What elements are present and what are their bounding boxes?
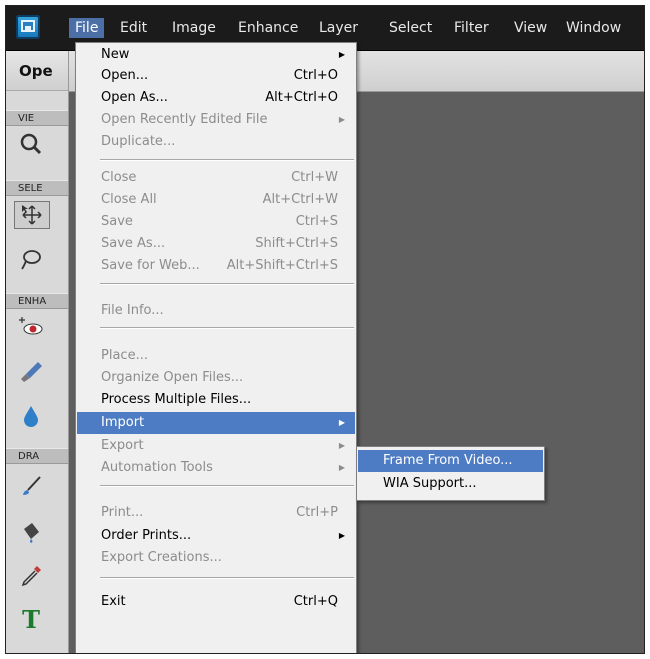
healing-brush-icon[interactable] [14, 359, 48, 385]
import-submenu: Frame From Video... WIA Support... [356, 446, 545, 501]
menu-item-process-multiple-files[interactable]: Process Multiple Files... [77, 389, 355, 411]
lasso-icon[interactable] [14, 247, 48, 273]
menu-separator [100, 283, 354, 285]
eyedropper-icon[interactable] [14, 563, 48, 589]
menu-item-order-prints[interactable]: Order Prints... ▶ [77, 525, 355, 547]
menu-view[interactable]: View [508, 18, 553, 38]
menu-filter[interactable]: Filter [448, 18, 495, 38]
type-icon[interactable]: T [14, 607, 48, 633]
panel-header[interactable]: Ope [6, 51, 68, 91]
menu-item-shortcut: Ctrl+Q [293, 594, 338, 609]
menu-item-duplicate[interactable]: Duplicate... [77, 131, 355, 153]
section-view: VIE [6, 110, 68, 126]
brush-icon[interactable] [14, 474, 48, 500]
menu-item-shortcut: Alt+Ctrl+O [265, 90, 338, 105]
menu-item-label: Close [101, 170, 137, 185]
menu-item-shortcut: Shift+Ctrl+S [255, 236, 338, 251]
move-icon[interactable] [14, 201, 50, 229]
menu-item-save-as[interactable]: Save As... Shift+Ctrl+S [77, 233, 355, 255]
submenu-arrow-icon: ▶ [338, 418, 345, 427]
menu-item-shortcut: Alt+Shift+Ctrl+S [226, 258, 338, 273]
menu-item-label: Place... [101, 348, 148, 363]
menu-item-save-for-web[interactable]: Save for Web... Alt+Shift+Ctrl+S [77, 255, 355, 277]
menu-item-shortcut: Alt+Ctrl+W [262, 192, 338, 207]
menu-item-label: File Info... [101, 303, 164, 318]
menu-item-automation-tools[interactable]: Automation Tools ▶ [77, 457, 355, 479]
menu-item-label: Order Prints... [101, 528, 192, 543]
menu-item-label: Frame From Video... [383, 453, 513, 468]
menu-file[interactable]: File [69, 18, 105, 38]
blur-icon[interactable] [14, 403, 48, 429]
menu-separator [100, 159, 354, 161]
menu-item-shortcut: Ctrl+S [295, 214, 338, 229]
submenu-arrow-icon: ▶ [338, 50, 345, 59]
menu-item-shortcut: Ctrl+P [296, 505, 338, 520]
menu-item-label: Save [101, 214, 133, 229]
zoom-icon[interactable] [14, 131, 48, 157]
menu-item-export[interactable]: Export ▶ [77, 435, 355, 457]
menu-edit[interactable]: Edit [114, 18, 153, 38]
menu-item-label: Organize Open Files... [101, 370, 244, 385]
menu-item-open-as[interactable]: Open As... Alt+Ctrl+O [77, 87, 355, 109]
submenu-arrow-icon: ▶ [338, 115, 345, 124]
red-eye-icon[interactable] [14, 314, 48, 340]
menu-item-place[interactable]: Place... [77, 345, 355, 367]
menu-item-import[interactable]: Import ▶ [77, 412, 355, 434]
menu-item-label: Open As... [101, 90, 168, 105]
app-window: File Edit Image Enhance Layer Select Fil… [5, 5, 645, 654]
file-menu: New ▶ Open... Ctrl+O Open As... Alt+Ctrl+O … [75, 42, 357, 653]
menu-item-export-creations[interactable]: Export Creations... [77, 547, 355, 569]
menu-item-print[interactable]: Print... Ctrl+P [77, 502, 355, 524]
menu-enhance[interactable]: Enhance [232, 18, 304, 38]
menu-item-label: WIA Support... [383, 476, 477, 491]
menu-item-label: Process Multiple Files... [101, 392, 252, 407]
menu-item-file-info[interactable]: File Info... [77, 300, 355, 322]
menu-item-label: Close All [101, 192, 157, 207]
menu-item-open[interactable]: Open... Ctrl+O [77, 65, 355, 87]
menu-item-label: Export [101, 438, 144, 453]
menu-item-close[interactable]: Close Ctrl+W [77, 167, 355, 189]
menu-separator [100, 485, 354, 487]
paint-bucket-icon[interactable] [14, 519, 48, 545]
menu-item-label: Exit [101, 594, 126, 609]
menu-item-exit[interactable]: Exit Ctrl+Q [77, 591, 355, 613]
menu-item-label: Save for Web... [101, 258, 200, 273]
menu-item-label: Import [101, 415, 145, 430]
menu-item-open-recent[interactable]: Open Recently Edited File ▶ [77, 109, 355, 131]
menu-select[interactable]: Select [383, 18, 438, 38]
menu-item-shortcut: Ctrl+O [293, 68, 338, 83]
menu-layer[interactable]: Layer [313, 18, 364, 38]
menu-item-save[interactable]: Save Ctrl+S [77, 211, 355, 233]
menu-item-new[interactable]: New ▶ [77, 44, 355, 66]
menu-item-label: New [101, 47, 130, 62]
submenu-arrow-icon: ▶ [338, 531, 345, 540]
menu-item-label: Open... [101, 68, 149, 83]
section-enhance: ENHA [6, 293, 68, 309]
app-logo-icon [16, 15, 40, 39]
tools-panel: Ope VIE SELE ENHA DRA T [6, 51, 69, 653]
menu-item-organize-open-files[interactable]: Organize Open Files... [77, 367, 355, 389]
menu-image[interactable]: Image [166, 18, 222, 38]
menu-item-close-all[interactable]: Close All Alt+Ctrl+W [77, 189, 355, 211]
menu-separator [100, 577, 354, 579]
menu-item-shortcut: Ctrl+W [291, 170, 338, 185]
menu-item-label: Export Creations... [101, 550, 222, 565]
menu-separator [100, 327, 354, 329]
menu-item-label: Print... [101, 505, 144, 520]
menu-item-label: Save As... [101, 236, 166, 251]
section-select: SELE [6, 180, 68, 196]
menu-item-label: Automation Tools [101, 460, 213, 475]
menu-window[interactable]: Window [560, 18, 627, 38]
menu-item-wia-support[interactable]: WIA Support... [358, 473, 543, 495]
menu-item-label: Open Recently Edited File [101, 112, 268, 127]
submenu-arrow-icon: ▶ [338, 441, 345, 450]
submenu-arrow-icon: ▶ [338, 463, 345, 472]
menu-item-label: Duplicate... [101, 134, 176, 149]
section-draw: DRA [6, 448, 68, 464]
menu-item-frame-from-video[interactable]: Frame From Video... [358, 450, 543, 472]
